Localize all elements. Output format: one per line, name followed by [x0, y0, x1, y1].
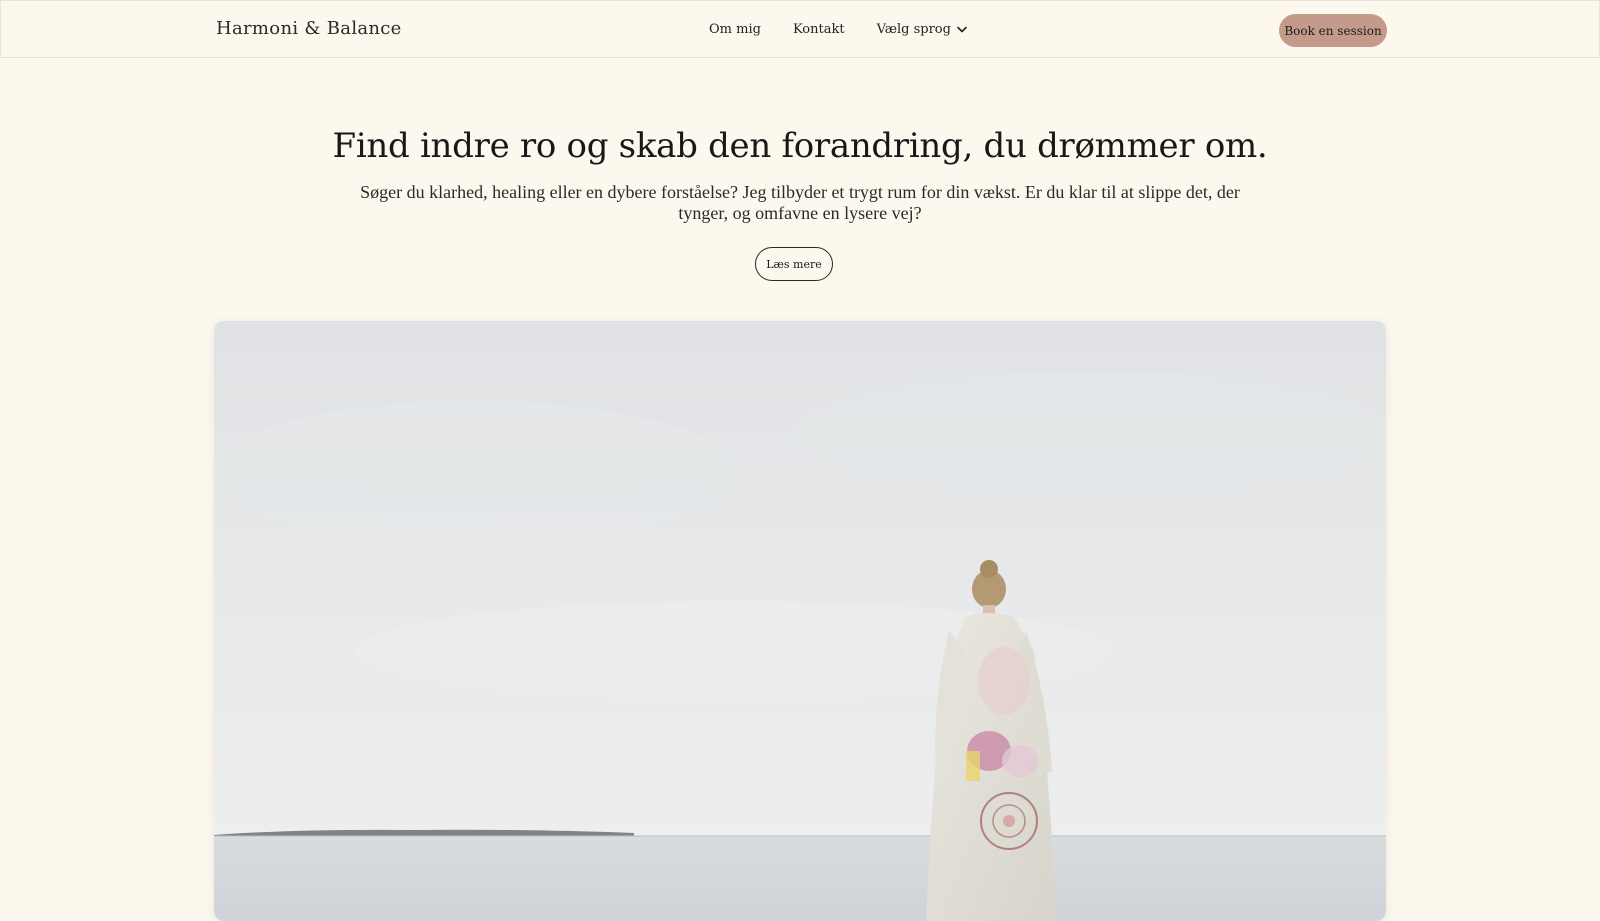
- main-nav: Om mig Kontakt Vælg sprog: [709, 22, 967, 37]
- nav-link-contact[interactable]: Kontakt: [793, 22, 845, 37]
- nav-link-about[interactable]: Om mig: [709, 22, 761, 37]
- chevron-down-icon: [957, 26, 967, 33]
- hero-image: [214, 321, 1386, 921]
- language-dropdown[interactable]: Vælg sprog: [877, 22, 967, 37]
- brand-logo[interactable]: Harmoni & Balance: [216, 18, 402, 39]
- read-more-button[interactable]: Læs mere: [755, 247, 833, 281]
- seaside-photo-illustration: [214, 321, 1386, 921]
- top-navigation: Harmoni & Balance Om mig Kontakt Vælg sp…: [0, 0, 1600, 58]
- hero-subtitle: Søger du klarhed, healing eller en dyber…: [360, 182, 1240, 223]
- hero-title: Find indre ro og skab den forandring, du…: [332, 126, 1268, 166]
- book-session-button[interactable]: Book en session: [1279, 14, 1387, 47]
- hero-section: Find indre ro og skab den forandring, du…: [0, 120, 1600, 281]
- language-dropdown-label: Vælg sprog: [876, 22, 951, 37]
